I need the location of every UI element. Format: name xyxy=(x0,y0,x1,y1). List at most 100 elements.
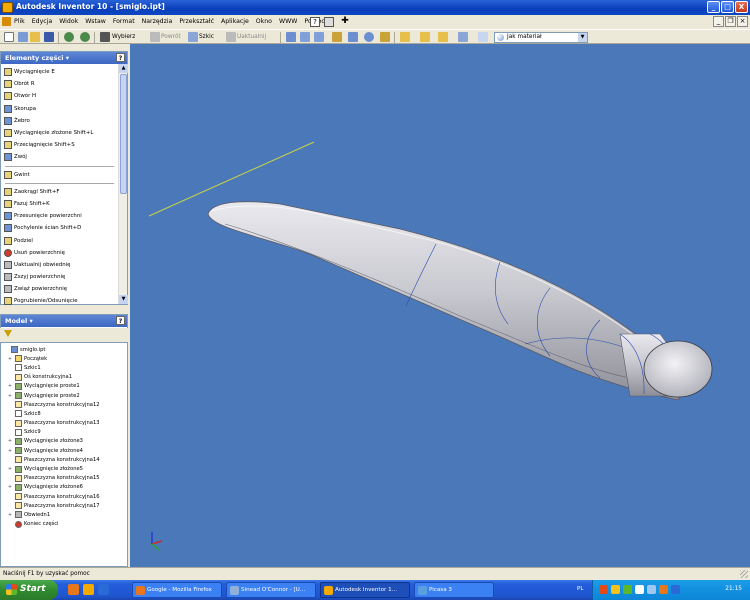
zoom-icon[interactable] xyxy=(314,32,324,42)
inventor-icon[interactable] xyxy=(83,584,94,595)
view-options-icon[interactable] xyxy=(458,32,468,42)
expand-icon[interactable]: + xyxy=(7,393,13,399)
menu-widok[interactable]: Widok xyxy=(59,18,78,25)
tree-item[interactable]: + Początek xyxy=(3,354,127,363)
expand-icon[interactable]: + xyxy=(7,438,13,444)
features-scrollbar[interactable]: ▲ ▼ xyxy=(118,64,128,304)
tree-item[interactable]: + Wyciągnięcie proste2 xyxy=(3,391,127,400)
menu-www[interactable]: WWW xyxy=(279,18,297,25)
minimize-button[interactable]: _ xyxy=(707,1,720,13)
firefox-icon[interactable] xyxy=(68,584,79,595)
extrude-command[interactable]: Wyciągnięcie E xyxy=(1,66,118,78)
help-icon[interactable]: ? xyxy=(116,53,125,62)
return-button[interactable]: Powrót xyxy=(161,32,181,42)
help-icon[interactable]: ? xyxy=(116,316,125,325)
task-media-player[interactable]: Sinead O'Connor - [U... xyxy=(226,582,316,598)
tree-item[interactable]: Płaszczyzna konstrukcyjna14 xyxy=(3,455,127,464)
tree-item[interactable]: + Wyciągnięcie złożone4 xyxy=(3,446,127,455)
start-button[interactable]: Start xyxy=(0,580,58,600)
menu-wstaw[interactable]: Wstaw xyxy=(85,18,106,25)
save-icon[interactable] xyxy=(44,32,54,42)
tree-item[interactable]: + Wyciągnięcie złożone3 xyxy=(3,437,127,446)
firefox-tray-icon[interactable] xyxy=(659,585,668,594)
expand-icon[interactable]: + xyxy=(7,512,13,518)
graphics-viewport[interactable] xyxy=(130,44,750,567)
scroll-thumb[interactable] xyxy=(120,74,127,194)
new-file-icon[interactable] xyxy=(4,32,14,42)
menu-aplikacje[interactable]: Aplikacje xyxy=(221,18,249,25)
tree-item[interactable]: Szkic8 xyxy=(3,409,127,418)
task-picasa[interactable]: Picasa 3 xyxy=(414,582,494,598)
update-button[interactable]: Uaktualnij xyxy=(237,32,266,42)
return-icon[interactable] xyxy=(150,32,160,42)
pan-icon[interactable] xyxy=(332,32,342,42)
coil-command[interactable]: Zwój xyxy=(1,151,118,163)
tree-item[interactable]: Oś konstrukcyjna1 xyxy=(3,373,127,382)
close-button[interactable]: X xyxy=(735,1,748,13)
menu-edycja[interactable]: Edycja xyxy=(32,18,52,25)
tree-item[interactable]: + Wyciągnięcie złożone5 xyxy=(3,464,127,473)
menu-format[interactable]: Format xyxy=(113,18,135,25)
open-folder-icon[interactable] xyxy=(30,32,40,42)
expand-icon[interactable]: + xyxy=(7,356,13,362)
model-panel-header[interactable]: Model ▾ ? xyxy=(1,315,127,327)
tree-item[interactable]: + Obwiedn1 xyxy=(3,510,127,519)
tree-item[interactable]: smiglo.ipt xyxy=(3,345,127,354)
features-panel-header[interactable]: Elementy części ▾ ? xyxy=(1,52,127,64)
camera-mode-icon[interactable] xyxy=(420,32,430,42)
hole-command[interactable]: Otwór H xyxy=(1,90,118,102)
revolve-command[interactable]: Obrót R xyxy=(1,78,118,90)
sketch-button[interactable]: Szkic xyxy=(199,32,214,42)
bluetooth-icon[interactable] xyxy=(647,585,656,594)
stitch-command[interactable]: Zszyj powierzchnię xyxy=(1,271,118,283)
resize-grip-icon[interactable] xyxy=(740,570,748,578)
scroll-up-icon[interactable]: ▲ xyxy=(119,64,128,73)
menu-okno[interactable]: Okno xyxy=(256,18,272,25)
menu-plik[interactable]: Plik xyxy=(14,18,25,25)
shadow-icon[interactable] xyxy=(438,32,448,42)
expand-icon[interactable]: + xyxy=(7,448,13,454)
chevron-down-icon[interactable]: ▼ xyxy=(578,33,587,42)
messenger-icon[interactable] xyxy=(671,585,680,594)
document-icon[interactable] xyxy=(2,17,11,26)
update-icon[interactable] xyxy=(226,32,236,42)
tree-item[interactable]: Płaszczyzna konstrukcyjna12 xyxy=(3,400,127,409)
thicken-command[interactable]: Pogrubienie/Odsunięcie xyxy=(1,295,118,307)
scroll-down-icon[interactable]: ▼ xyxy=(119,295,128,304)
tree-item[interactable]: Szkic1 xyxy=(3,363,127,372)
expand-icon[interactable]: + xyxy=(7,466,13,472)
tree-item[interactable]: Szkic9 xyxy=(3,428,127,437)
color-style-icon[interactable] xyxy=(478,32,488,42)
material-select[interactable]: Jak materiał ▼ xyxy=(494,32,588,43)
menu-przeksztalc[interactable]: Przekształć xyxy=(179,18,214,25)
tree-item[interactable]: Płaszczyzna konstrukcyjna16 xyxy=(3,492,127,501)
shell-command[interactable]: Skorupa xyxy=(1,103,118,115)
bounding-command[interactable]: Uaktualnij obwiednię xyxy=(1,259,118,271)
redo-icon[interactable] xyxy=(80,32,90,42)
task-firefox[interactable]: Google - Mozilla Firefox xyxy=(132,582,222,598)
language-indicator[interactable]: PL xyxy=(577,586,584,592)
display-mode-icon[interactable] xyxy=(400,32,410,42)
sweep-command[interactable]: Przeciągnięcie Shift+S xyxy=(1,139,118,151)
sculpt-command[interactable]: Zwiąż powierzchnię xyxy=(1,283,118,295)
network-icon[interactable] xyxy=(611,585,620,594)
zoom-window-icon[interactable] xyxy=(300,32,310,42)
look-at-icon[interactable] xyxy=(380,32,390,42)
select-arrow-icon[interactable] xyxy=(100,32,110,42)
doc-restore-button[interactable]: ❐ xyxy=(725,16,736,27)
sketch-icon[interactable] xyxy=(188,32,198,42)
antivirus-icon[interactable] xyxy=(599,585,608,594)
thread-command[interactable]: Gwint xyxy=(1,169,118,181)
inventor-app-icon[interactable] xyxy=(2,2,13,13)
split-command[interactable]: Podziel xyxy=(1,234,118,246)
select-button[interactable]: Wybierz xyxy=(112,32,135,42)
maximize-button[interactable]: □ xyxy=(721,1,734,13)
rib-command[interactable]: Żebro xyxy=(1,115,118,127)
draft-command[interactable]: Pochylenie ścian Shift+D xyxy=(1,222,118,234)
ie-icon[interactable] xyxy=(98,584,109,595)
clock[interactable]: 21:15 xyxy=(725,586,742,592)
rotate-icon[interactable] xyxy=(364,32,374,42)
pin-icon[interactable]: ✚ xyxy=(340,17,350,27)
offset-surface-command[interactable]: Przesunięcie powierzchni xyxy=(1,210,118,222)
filter-funnel-icon[interactable] xyxy=(4,330,12,337)
